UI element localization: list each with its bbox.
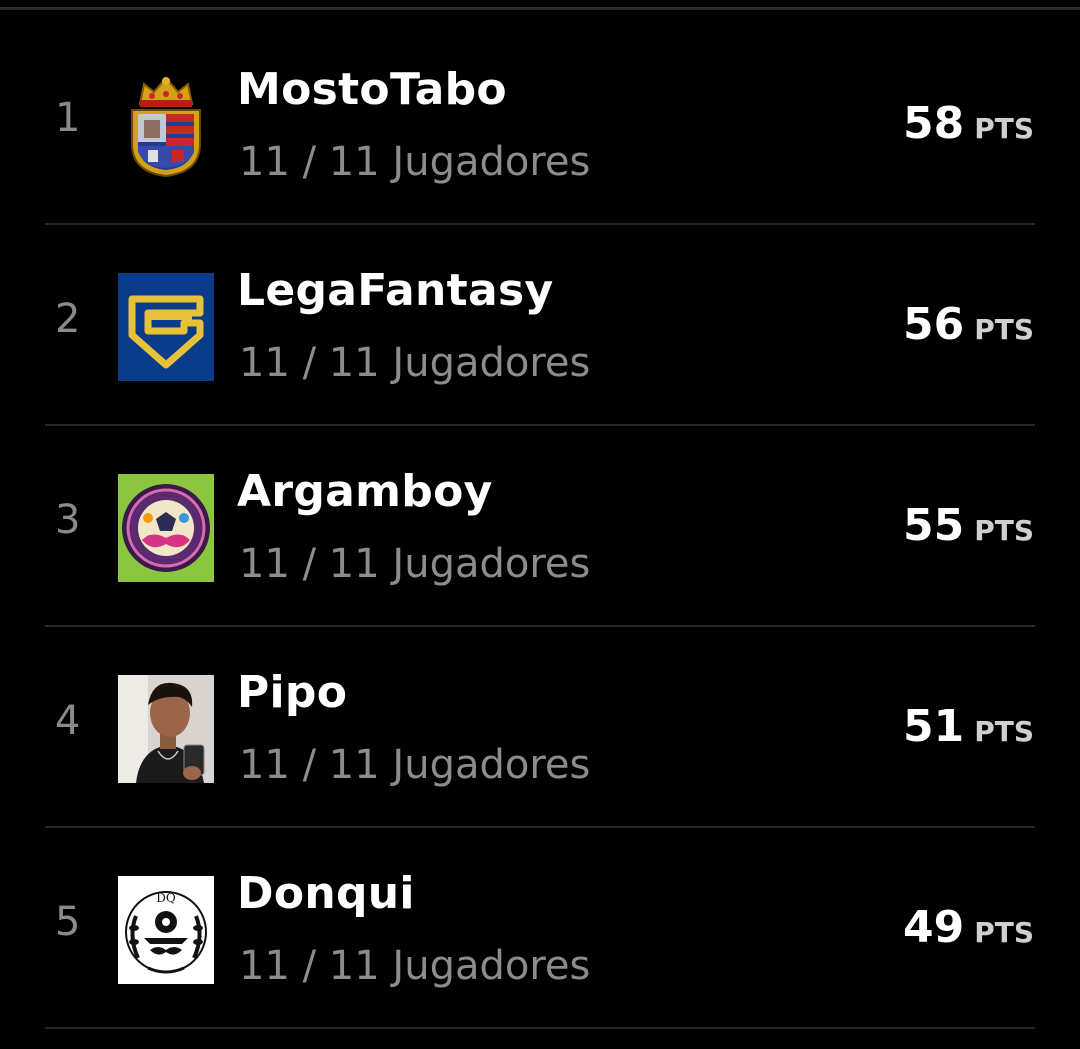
points-value: 51 bbox=[902, 701, 965, 752]
ranking-row[interactable]: 2 LegaFantasy 11 / 11 Jugadores 56 PTS bbox=[0, 225, 1080, 426]
team-name: Argamboy bbox=[237, 466, 493, 517]
crest-shield-icon bbox=[118, 72, 214, 180]
players-count: 11 / 11 Jugadores bbox=[239, 541, 591, 587]
points-unit: PTS bbox=[974, 514, 1034, 547]
user-photo-icon bbox=[118, 675, 214, 783]
points-value: 49 bbox=[902, 902, 965, 953]
players-count: 11 / 11 Jugadores bbox=[239, 340, 591, 386]
points-unit: PTS bbox=[974, 916, 1034, 949]
position-number: 2 bbox=[55, 296, 81, 342]
points-value: 58 bbox=[902, 98, 965, 149]
points-total: 58 PTS bbox=[903, 102, 1034, 146]
points-value: 55 bbox=[902, 500, 965, 551]
points-total: 56 PTS bbox=[903, 303, 1034, 347]
position-number: 1 bbox=[55, 95, 81, 141]
points-unit: PTS bbox=[974, 112, 1034, 145]
lf-shield-logo-icon bbox=[118, 273, 214, 381]
team-name: MostoTabo bbox=[237, 64, 507, 115]
position-number: 3 bbox=[55, 497, 81, 543]
ranking-row[interactable]: 3 Argamboy 11 / 11 Jugadores 55 PTS bbox=[0, 426, 1080, 627]
team-name: LegaFantasy bbox=[237, 265, 554, 316]
players-count: 11 / 11 Jugadores bbox=[239, 742, 591, 788]
players-count: 11 / 11 Jugadores bbox=[239, 139, 591, 185]
ranking-row[interactable]: 5 DQ Donqui 11 / 11 Jugadores 49 PTS bbox=[0, 828, 1080, 1029]
players-count: 11 / 11 Jugadores bbox=[239, 943, 591, 989]
dq-laurel-logo-icon: DQ bbox=[118, 876, 214, 984]
points-total: 51 PTS bbox=[903, 705, 1034, 749]
dq-logo-text: DQ bbox=[156, 891, 176, 905]
top-divider bbox=[0, 7, 1080, 10]
team-name: Donqui bbox=[237, 868, 415, 919]
points-unit: PTS bbox=[974, 313, 1034, 346]
points-unit: PTS bbox=[974, 715, 1034, 748]
ball-mustache-logo-icon bbox=[118, 474, 214, 582]
ranking-row[interactable]: 4 Pipo 11 / 11 Jugadores 51 PTS bbox=[0, 627, 1080, 828]
position-number: 4 bbox=[55, 698, 81, 744]
points-total: 55 PTS bbox=[903, 504, 1034, 548]
points-total: 49 PTS bbox=[903, 906, 1034, 950]
position-number: 5 bbox=[55, 899, 81, 945]
team-name: Pipo bbox=[237, 667, 348, 718]
points-value: 56 bbox=[902, 299, 965, 350]
ranking-list: 1 MostoTabo 11 / 11 Jugadores 58 PTS 2 L… bbox=[0, 24, 1080, 1029]
ranking-row[interactable]: 1 MostoTabo 11 / 11 Jugadores 58 PTS bbox=[0, 24, 1080, 225]
